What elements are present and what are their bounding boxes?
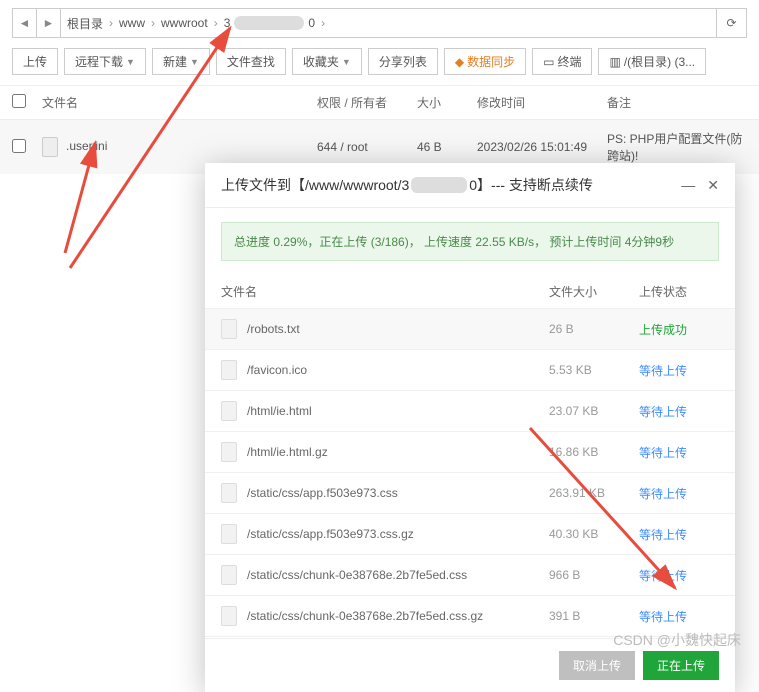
upload-row[interactable]: /html/ie.html.gz16.86 KB等待上传 (205, 431, 735, 472)
upload-file-name: /static/css/chunk-0e38768e.2b7fe5ed.css (247, 568, 549, 582)
data-sync-button[interactable]: ◆数据同步 (444, 48, 526, 75)
rootdir-tab-button[interactable]: ▥ /(根目录) (3... (598, 48, 706, 75)
terminal-icon: ▭ (543, 55, 554, 69)
file-icon (221, 524, 237, 544)
refresh-button[interactable]: ⟳ (716, 9, 746, 37)
file-icon (221, 442, 237, 462)
favorites-button[interactable]: 收藏夹▼ (292, 48, 362, 75)
upload-row[interactable]: /html/ie.html23.07 KB等待上传 (205, 390, 735, 431)
select-all-checkbox[interactable] (12, 94, 26, 108)
upload-file-name: /html/ie.html.gz (247, 445, 549, 459)
upload-modal: 上传文件到【/www/wwwroot/3xxxx0】--- 支持断点续传 — ✕… (205, 163, 735, 692)
upload-file-size: 391 B (549, 609, 639, 623)
close-button[interactable]: ✕ (707, 177, 719, 194)
upload-file-status: 等待上传 (639, 362, 719, 379)
file-icon (221, 565, 237, 585)
file-table-header: 文件名 权限 / 所有者 大小 修改时间 备注 (0, 85, 759, 120)
upload-file-status: 等待上传 (639, 567, 719, 584)
upload-row[interactable]: /static/css/chunk-0e38768e.2b7fe5ed.css9… (205, 554, 735, 595)
upload-row[interactable]: /static/css/app.f503e973.css.gz40.30 KB等… (205, 513, 735, 554)
upload-button[interactable]: 上传 (12, 48, 58, 75)
remote-download-button[interactable]: 远程下载▼ (64, 48, 146, 75)
file-search-button[interactable]: 文件查找 (216, 48, 286, 75)
upload-list-header: 文件名 文件大小 上传状态 (205, 275, 735, 308)
col-perm[interactable]: 权限 / 所有者 (317, 94, 417, 111)
upload-file-status: 等待上传 (639, 444, 719, 461)
nav-forward-button[interactable]: ► (37, 9, 61, 37)
upload-row[interactable]: /static/css/app.f503e973.css263.91 KB等待上… (205, 472, 735, 513)
upload-file-name: /static/css/app.f503e973.css (247, 486, 549, 500)
upload-file-status: 等待上传 (639, 403, 719, 420)
upload-file-size: 263.91 KB (549, 486, 639, 500)
upload-file-status: 等待上传 (639, 608, 719, 625)
breadcrumb: ◄ ► 根目录› www› wwwroot› 3 xxxxx 0› ⟳ (12, 8, 747, 38)
upload-file-size: 16.86 KB (549, 445, 639, 459)
upload-file-size: 40.30 KB (549, 527, 639, 541)
upload-file-name: /static/css/chunk-0e38768e.2b7fe5ed.css.… (247, 609, 549, 623)
col-name[interactable]: 文件名 (42, 94, 317, 111)
modal-header: 上传文件到【/www/wwwroot/3xxxx0】--- 支持断点续传 — ✕ (205, 163, 735, 208)
file-icon (221, 401, 237, 421)
toolbar: 上传 远程下载▼ 新建▼ 文件查找 收藏夹▼ 分享列表 ◆数据同步 ▭ 终端 ▥… (0, 38, 759, 85)
nav-back-button[interactable]: ◄ (13, 9, 37, 37)
share-list-button[interactable]: 分享列表 (368, 48, 438, 75)
file-icon (42, 137, 58, 157)
upload-file-size: 966 B (549, 568, 639, 582)
new-button[interactable]: 新建▼ (152, 48, 210, 75)
upload-file-status: 等待上传 (639, 485, 719, 502)
progress-summary: 总进度 0.29%，正在上传 (3/186)， 上传速度 22.55 KB/s，… (221, 222, 719, 261)
folder-icon: ▥ (609, 55, 620, 69)
col-size[interactable]: 大小 (417, 94, 477, 111)
upload-list[interactable]: /robots.txt26 B上传成功/favicon.ico5.53 KB等待… (205, 308, 735, 638)
breadcrumb-path[interactable]: 根目录› www› wwwroot› 3 xxxxx 0› (61, 15, 716, 32)
upload-file-name: /static/css/app.f503e973.css.gz (247, 527, 549, 541)
upload-file-name: /robots.txt (247, 322, 549, 336)
upload-file-status: 等待上传 (639, 526, 719, 543)
upload-file-name: /html/ie.html (247, 404, 549, 418)
watermark: CSDN @小魏快起床 (613, 630, 741, 650)
upload-row[interactable]: /favicon.ico5.53 KB等待上传 (205, 349, 735, 390)
modal-title: 上传文件到【/www/wwwroot/3xxxx0】--- 支持断点续传 (221, 175, 681, 195)
upload-file-size: 23.07 KB (549, 404, 639, 418)
minimize-button[interactable]: — (681, 177, 695, 194)
terminal-button[interactable]: ▭ 终端 (532, 48, 592, 75)
col-date[interactable]: 修改时间 (477, 94, 607, 111)
blurred-segment: xxxxx (234, 16, 304, 30)
uploading-button[interactable]: 正在上传 (643, 651, 719, 680)
upload-row[interactable]: /robots.txt26 B上传成功 (205, 308, 735, 349)
file-icon (221, 319, 237, 339)
upload-file-status: 上传成功 (639, 321, 719, 338)
col-note: 备注 (607, 94, 747, 111)
upload-file-name: /favicon.ico (247, 363, 549, 377)
sync-icon: ◆ (455, 55, 464, 69)
file-icon (221, 483, 237, 503)
file-icon (221, 606, 237, 626)
upload-file-size: 26 B (549, 322, 639, 336)
upload-file-size: 5.53 KB (549, 363, 639, 377)
cancel-upload-button[interactable]: 取消上传 (559, 651, 635, 680)
row-checkbox[interactable] (12, 139, 26, 153)
file-icon (221, 360, 237, 380)
